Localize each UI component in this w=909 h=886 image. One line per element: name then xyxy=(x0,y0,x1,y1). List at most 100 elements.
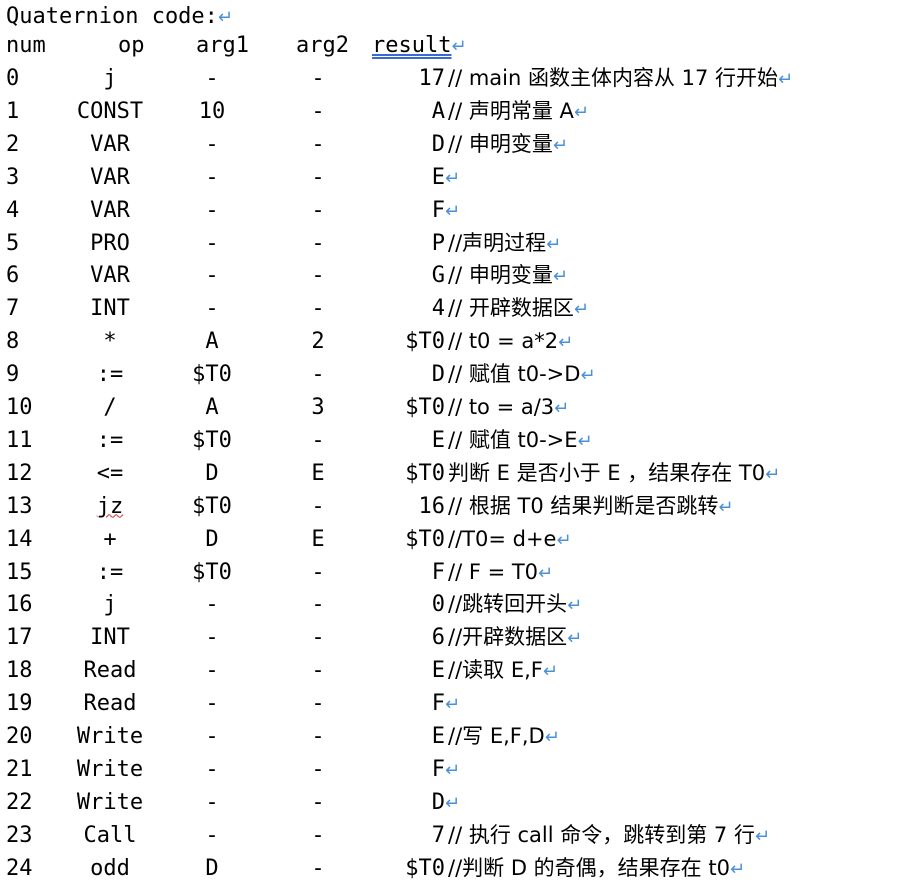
return-mark-icon: ↵ xyxy=(577,430,593,452)
row-result: 4 xyxy=(385,292,445,325)
return-mark-icon: ↵ xyxy=(718,496,734,518)
row-result-text: 17 xyxy=(418,66,446,91)
row-result-text: F xyxy=(431,197,445,223)
row-result-text: E xyxy=(431,658,445,684)
row-num-text: 16 xyxy=(6,592,33,618)
return-mark-icon: ↵ xyxy=(538,562,554,584)
row-op-text: CONST xyxy=(76,98,144,124)
row-result-text: G xyxy=(431,263,445,289)
header-arg1: arg1 xyxy=(196,33,249,58)
row-num: 23 xyxy=(6,819,33,852)
row-arg2-text: - xyxy=(311,493,325,519)
row-arg2-text: - xyxy=(311,724,325,749)
row-num-text: 23 xyxy=(6,822,33,848)
row-op-text: j xyxy=(103,592,117,618)
row-arg2-text: - xyxy=(311,592,325,618)
return-mark-icon: ↵ xyxy=(556,529,572,551)
row-result-text: F xyxy=(431,559,445,585)
row-op-text: INT xyxy=(90,625,130,651)
row-comment: // F = T0↵ xyxy=(448,556,553,590)
row-result: 17 xyxy=(385,62,446,95)
row-num-text: 17 xyxy=(6,625,33,651)
row-result: $T0 xyxy=(385,852,445,885)
row-num: 21 xyxy=(6,753,33,786)
row-comment: ↵ xyxy=(445,687,460,721)
row-op-text: := xyxy=(96,362,124,388)
row-result-text: E xyxy=(431,427,445,453)
row-comment-text: // to = a/3 xyxy=(448,395,555,419)
header-result-label: result xyxy=(372,33,452,58)
row-result-text: E xyxy=(431,724,445,749)
row-arg1: $T0 xyxy=(162,424,262,457)
row-arg2: E xyxy=(268,523,368,556)
table-row: 3 VAR - - E ↵ xyxy=(0,161,909,194)
row-num: 6 xyxy=(6,259,19,292)
row-num-text: 15 xyxy=(6,559,33,585)
row-arg2: - xyxy=(268,687,368,720)
row-arg2-text: E xyxy=(311,526,325,552)
row-arg2: - xyxy=(268,62,368,95)
row-result: D xyxy=(385,358,445,391)
row-arg1: - xyxy=(162,227,262,260)
row-op-text: * xyxy=(103,329,117,355)
table-row: 24 odd D - $T0//判断 D 的奇偶，结果存在 t0↵ xyxy=(0,852,909,885)
row-num: 5 xyxy=(6,227,19,260)
row-result-text: F xyxy=(431,756,445,782)
row-comment: // 执行 call 命令，跳转到第 7 行↵ xyxy=(448,819,770,853)
row-arg2-text: - xyxy=(311,296,325,322)
row-arg2: - xyxy=(268,358,368,391)
row-comment: ↵ xyxy=(445,161,460,195)
row-arg2-text: - xyxy=(311,625,325,651)
row-num-text: 5 xyxy=(6,230,20,256)
row-result: D xyxy=(385,128,445,161)
row-num: 12 xyxy=(6,457,33,490)
row-arg1-text: $T0 xyxy=(192,362,232,388)
row-arg1-text: A xyxy=(205,395,219,420)
row-arg2: - xyxy=(268,292,368,325)
row-comment-text: // 根据 T0 结果判断是否跳转 xyxy=(448,493,719,518)
row-arg1-text: - xyxy=(205,230,219,256)
row-arg1: A xyxy=(162,391,262,424)
row-arg2-text: - xyxy=(311,427,325,453)
row-result: 7 xyxy=(385,819,445,852)
row-arg1-text: - xyxy=(205,822,219,848)
return-mark-icon: ↵ xyxy=(445,200,461,222)
row-comment: // t0 = a*2↵ xyxy=(448,325,573,359)
row-arg1: - xyxy=(162,687,262,720)
row-num: 11 xyxy=(6,424,33,457)
return-mark-icon: ↵ xyxy=(573,101,589,123)
row-comment: //T0= d+e↵ xyxy=(448,523,572,557)
row-arg1: - xyxy=(162,753,262,786)
row-arg1-text: - xyxy=(205,197,219,223)
header-arg2: arg2 xyxy=(296,33,349,58)
table-row: 11:= $T0 - E// 赋值 t0->E↵ xyxy=(0,424,909,457)
row-num-text: 14 xyxy=(6,526,33,552)
row-comment: // 申明变量↵ xyxy=(448,128,568,162)
row-num-text: 10 xyxy=(6,395,33,420)
row-arg2: - xyxy=(268,161,368,194)
row-num-text: 12 xyxy=(6,460,33,486)
row-result-text: F xyxy=(431,691,445,717)
return-mark-icon: ↵ xyxy=(567,595,583,617)
row-arg2-text: E xyxy=(311,460,325,486)
row-num-text: 11 xyxy=(6,427,33,453)
table-row: 4 VAR - - F ↵ xyxy=(0,194,909,227)
row-num-text: 13 xyxy=(6,493,33,519)
row-result: F xyxy=(385,556,445,589)
row-op-text: VAR xyxy=(90,164,130,190)
row-arg2-text: - xyxy=(311,691,325,717)
row-comment: //跳转回开头↵ xyxy=(448,588,582,622)
row-num: 19 xyxy=(6,687,33,720)
table-row: 17 INT - - 6//开辟数据区↵ xyxy=(0,621,909,654)
row-comment: ↵ xyxy=(445,786,460,820)
row-result: E xyxy=(385,161,445,194)
row-num-text: 19 xyxy=(6,691,33,717)
row-arg1-text: - xyxy=(205,263,219,289)
row-comment-text: // 开辟数据区 xyxy=(448,296,574,321)
row-arg1-text: - xyxy=(205,625,219,651)
header-op: op xyxy=(118,33,145,58)
row-arg2: - xyxy=(268,588,368,621)
row-result-text: 0 xyxy=(431,592,445,618)
row-num: 2 xyxy=(6,128,19,161)
row-comment-text: // 赋值 t0->D xyxy=(448,362,581,387)
